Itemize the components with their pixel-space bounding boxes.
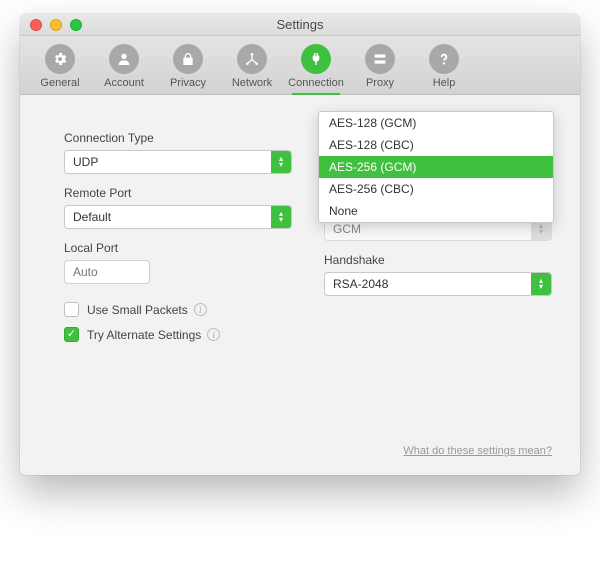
tab-privacy[interactable]: Privacy — [156, 40, 220, 94]
connection-type-value: UDP — [65, 151, 271, 173]
tab-label: General — [40, 77, 79, 89]
gear-icon — [45, 44, 75, 74]
titlebar: Settings — [20, 14, 580, 36]
tab-network[interactable]: Network — [220, 40, 284, 94]
connection-type-select[interactable]: UDP — [64, 150, 292, 174]
alternate-settings-row[interactable]: Try Alternate Settings — [64, 327, 292, 342]
checkbox-checked-icon — [64, 327, 79, 342]
content-area: Connection Type UDP Remote Port Default … — [20, 95, 580, 475]
connection-type-label: Connection Type — [64, 131, 292, 145]
tab-label: Account — [104, 77, 144, 89]
remote-port-label: Remote Port — [64, 186, 292, 200]
network-icon — [237, 44, 267, 74]
close-window-button[interactable] — [30, 19, 42, 31]
handshake-select[interactable]: RSA-2048 — [324, 272, 552, 296]
tab-help[interactable]: Help — [412, 40, 476, 94]
stepper-icon — [271, 151, 291, 173]
tab-label: Proxy — [366, 77, 394, 89]
right-column: GCM Handshake RSA-2048 AES-128 (GCM) AES… — [324, 125, 552, 463]
tab-label: Connection — [288, 77, 344, 89]
small-packets-row[interactable]: Use Small Packets — [64, 302, 292, 317]
small-packets-label: Use Small Packets — [87, 303, 188, 317]
remote-port-value: Default — [65, 206, 271, 228]
tab-label: Help — [433, 77, 456, 89]
local-port-label: Local Port — [64, 241, 292, 255]
dropdown-option[interactable]: None — [319, 200, 553, 222]
info-icon[interactable] — [194, 303, 207, 316]
lock-icon — [173, 44, 203, 74]
info-icon[interactable] — [207, 328, 220, 341]
handshake-label: Handshake — [324, 253, 552, 267]
dropdown-option-selected[interactable]: AES-256 (GCM) — [319, 156, 553, 178]
tab-account[interactable]: Account — [92, 40, 156, 94]
traffic-lights — [30, 19, 82, 31]
window-title: Settings — [20, 17, 580, 32]
left-column: Connection Type UDP Remote Port Default … — [64, 125, 292, 463]
alternate-settings-label: Try Alternate Settings — [87, 328, 201, 342]
toolbar-tabs: General Account Privacy Network Connecti… — [20, 36, 580, 95]
tab-connection[interactable]: Connection — [284, 40, 348, 94]
minimize-window-button[interactable] — [50, 19, 62, 31]
dropdown-option[interactable]: AES-256 (CBC) — [319, 178, 553, 200]
tab-general[interactable]: General — [28, 40, 92, 94]
zoom-window-button[interactable] — [70, 19, 82, 31]
checkbox-unchecked-icon — [64, 302, 79, 317]
dropdown-option[interactable]: AES-128 (CBC) — [319, 134, 553, 156]
dropdown-option[interactable]: AES-128 (GCM) — [319, 112, 553, 134]
plug-icon — [301, 44, 331, 74]
tab-label: Network — [232, 77, 272, 89]
user-icon — [109, 44, 139, 74]
tab-proxy[interactable]: Proxy — [348, 40, 412, 94]
help-link[interactable]: What do these settings mean? — [403, 445, 552, 457]
stepper-icon — [271, 206, 291, 228]
server-icon — [365, 44, 395, 74]
tab-label: Privacy — [170, 77, 206, 89]
question-icon — [429, 44, 459, 74]
handshake-value: RSA-2048 — [325, 273, 531, 295]
data-encryption-dropdown[interactable]: AES-128 (GCM) AES-128 (CBC) AES-256 (GCM… — [318, 111, 554, 223]
remote-port-select[interactable]: Default — [64, 205, 292, 229]
local-port-input[interactable] — [64, 260, 150, 284]
stepper-icon — [531, 273, 551, 295]
settings-window: Settings General Account Privacy Network — [20, 14, 580, 475]
